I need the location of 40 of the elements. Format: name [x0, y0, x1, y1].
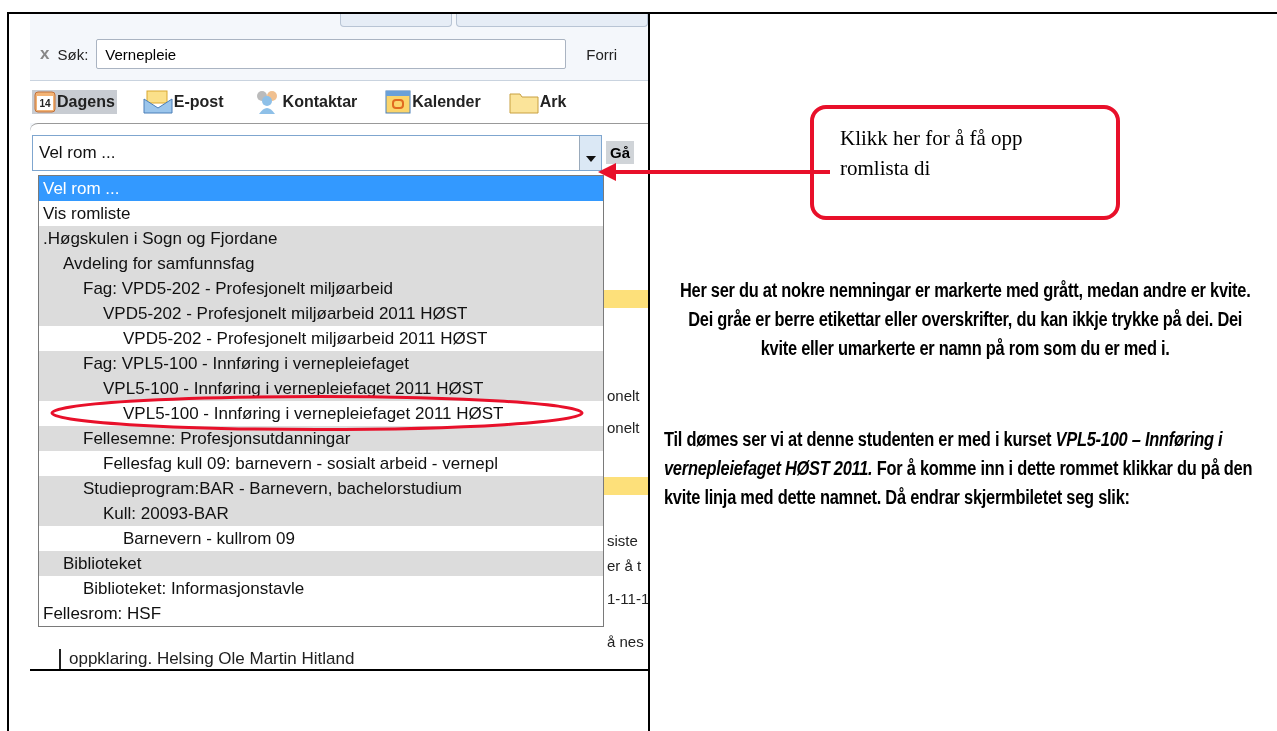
window-tab[interactable] [456, 14, 648, 27]
dropdown-option[interactable]: Studieprogram:BAR - Barnevern, bachelorstudium [39, 476, 603, 501]
calendar-icon [385, 90, 412, 114]
message-text: oppklaring. Helsing Ole Martin Hitland [59, 649, 355, 669]
dropdown-button[interactable] [579, 136, 601, 170]
search-field[interactable]: Vernepleie [96, 39, 567, 69]
toolbar-button[interactable]: Kalender [383, 89, 483, 115]
toolbar-button[interactable]: Ark [506, 89, 569, 115]
room-select[interactable]: Vel rom ... [32, 135, 602, 171]
callout-box: Klikk her for å få opp romlista di [810, 105, 1120, 220]
partial-text: er å t [607, 557, 643, 575]
search-label: Søk: [57, 45, 89, 63]
folder-icon [508, 90, 539, 114]
dropdown-option[interactable]: Fellesemne: Profesjonsutdanningar [39, 426, 603, 451]
toolbar-button[interactable]: Kontaktar [249, 89, 360, 115]
example-text: Til dømes ser vi at denne studenten er med i kurset VPL5-100 – Innføring i vernepleiefaget HØST 2011. For å komme inn i dette rommet klikkar du på den kvite linja med dette namnet. Då endrar skjermbiletet seg slik: [664, 427, 1254, 510]
window-tab[interactable] [340, 14, 452, 27]
toolbar-button[interactable]: 14 Dagens [32, 90, 117, 114]
dropdown-option[interactable]: .Høgskulen i Sogn og Fjordane [39, 226, 603, 251]
partial-text: onelt [607, 387, 641, 405]
highlight-bar [603, 290, 648, 308]
dropdown-option[interactable]: Fag: VPD5-202 - Profesjonelt miljøarbeid [39, 276, 603, 301]
partial-text: å nes [607, 633, 645, 651]
go-button[interactable]: Gå [606, 141, 634, 164]
dropdown-option[interactable]: VPD5-202 - Profesjonelt miljøarbeid 2011 HØST [39, 301, 603, 326]
envelope-icon [142, 90, 173, 114]
partial-text: siste [607, 532, 639, 550]
dropdown-option[interactable]: Kull: 20093-BAR [39, 501, 603, 526]
partial-text: 1-11-1 [607, 590, 648, 608]
dropdown-option[interactable]: Avdeling for samfunnsfag [39, 251, 603, 276]
dropdown-option[interactable]: Fag: VPL5-100 - Innføring i vernepleiefaget [39, 351, 603, 376]
calendar-page-icon: 14 [34, 91, 56, 113]
explanation-text: Her ser du at nokre nemningar er markerte med grått, medan andre er kvite. Dei gråe er berre etikettar eller overskrifter, du kan ikkje trykke på dei. Dei kvite eller umarkerte er namn på rom som du er med i. [678, 278, 1252, 361]
nav-link[interactable]: Forri [586, 45, 618, 63]
highlight-bar [603, 477, 648, 495]
caret-icon [585, 156, 596, 162]
toolbar-button[interactable]: E-post [140, 89, 226, 115]
partial-text: onelt [607, 419, 641, 437]
dropdown-option[interactable]: VPL5-100 - Innføring i vernepleiefaget 2011 HØST [39, 376, 603, 401]
dropdown-option[interactable]: Biblioteket [39, 551, 603, 576]
